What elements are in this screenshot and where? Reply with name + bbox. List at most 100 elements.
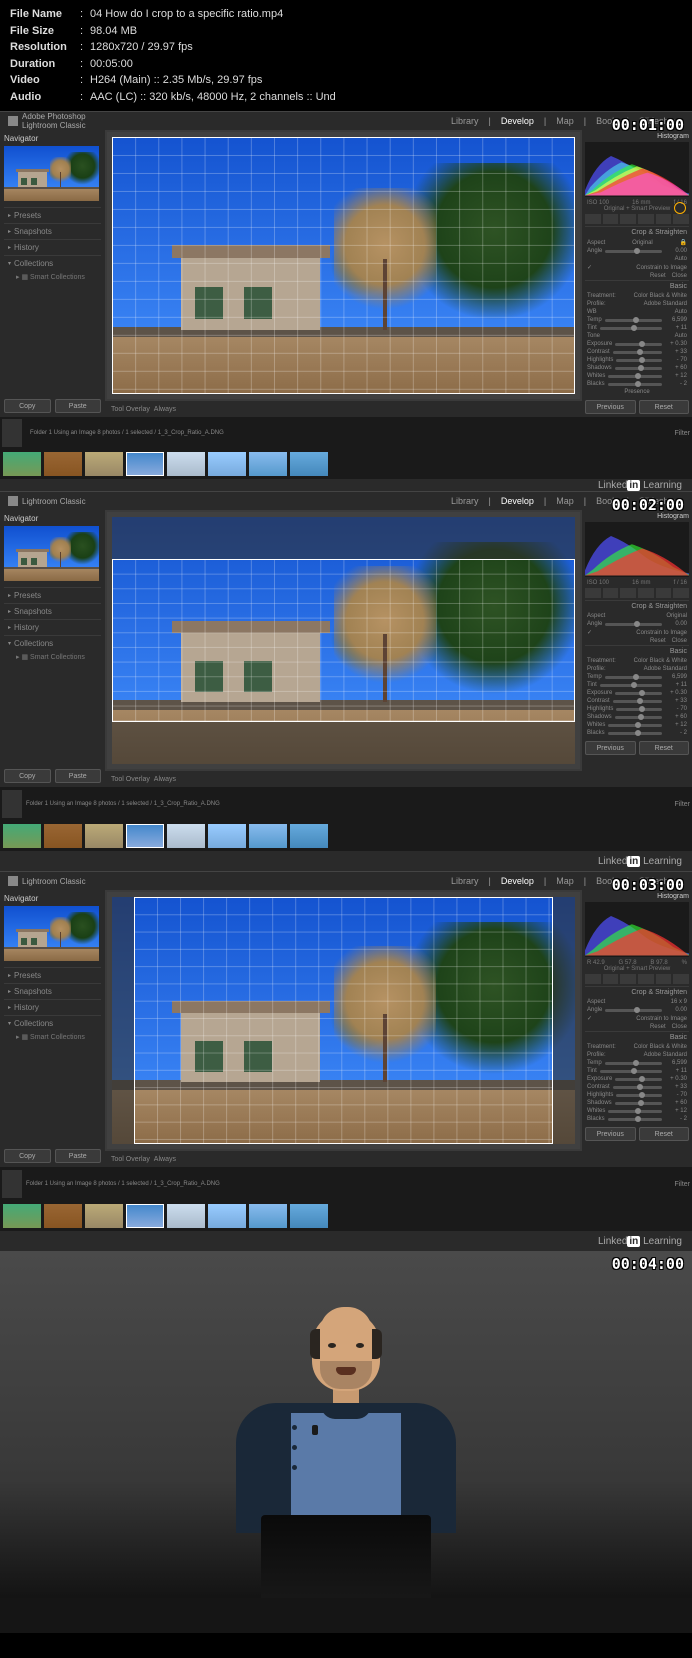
- nav-library[interactable]: Library: [447, 496, 483, 506]
- tool-overlay-mode[interactable]: Always: [154, 406, 176, 413]
- treatment-color[interactable]: Color: [634, 658, 648, 664]
- panel-collections[interactable]: Collections: [4, 1015, 101, 1031]
- histogram-header[interactable]: Histogram: [585, 513, 689, 520]
- treatment-color[interactable]: Color: [634, 1044, 648, 1050]
- treatment-color[interactable]: Color: [634, 293, 648, 299]
- tool-grad-icon[interactable]: [638, 588, 654, 598]
- constrain-checkbox[interactable]: ✓: [587, 1015, 592, 1022]
- filter-label[interactable]: Filter: [674, 430, 690, 437]
- tool-crop-icon[interactable]: [585, 974, 601, 984]
- tool-redeye-icon[interactable]: [620, 974, 636, 984]
- angle-slider[interactable]: [605, 1009, 662, 1012]
- angle-slider[interactable]: [605, 250, 662, 253]
- constrain-checkbox[interactable]: ✓: [587, 264, 592, 271]
- filmstrip-thumb[interactable]: [44, 452, 82, 476]
- filmstrip-thumb[interactable]: [85, 1204, 123, 1228]
- filmstrip-thumb[interactable]: [126, 824, 164, 848]
- filter-label[interactable]: Filter: [674, 1181, 690, 1188]
- tone-auto-button[interactable]: Auto: [675, 333, 687, 339]
- panel-presets[interactable]: Presets: [4, 207, 101, 223]
- tint-slider[interactable]: [600, 327, 662, 330]
- previous-button[interactable]: Previous: [585, 741, 636, 755]
- highlights-slider[interactable]: [616, 708, 662, 711]
- treatment-bw[interactable]: Black & White: [650, 658, 687, 664]
- filmstrip-thumb[interactable]: [208, 1204, 246, 1228]
- close-crop-button[interactable]: Close: [672, 1024, 687, 1030]
- filmstrip-thumb[interactable]: [167, 824, 205, 848]
- temp-slider[interactable]: [605, 319, 662, 322]
- basic-section-header[interactable]: Basic: [585, 280, 689, 292]
- blacks-slider[interactable]: [608, 383, 662, 386]
- profile-dropdown[interactable]: Adobe Standard: [644, 301, 687, 307]
- filmstrip-thumb[interactable]: [249, 452, 287, 476]
- nav-develop[interactable]: Develop: [497, 116, 538, 126]
- filmstrip-thumb[interactable]: [3, 1204, 41, 1228]
- filmstrip-thumb[interactable]: [208, 824, 246, 848]
- navigator-header[interactable]: Navigator: [4, 134, 101, 143]
- tool-brush-icon[interactable]: [673, 588, 689, 598]
- temp-slider[interactable]: [605, 676, 662, 679]
- tool-brush-icon[interactable]: [673, 214, 689, 224]
- aspect-dropdown[interactable]: Original: [632, 240, 653, 246]
- blacks-slider[interactable]: [608, 1118, 662, 1121]
- filmstrip-thumb[interactable]: [290, 452, 328, 476]
- filmstrip-thumb[interactable]: [44, 1204, 82, 1228]
- navigator-thumbnail[interactable]: [4, 906, 99, 961]
- basic-section-header[interactable]: Basic: [585, 645, 689, 657]
- tool-radial-icon[interactable]: [656, 974, 672, 984]
- main-canvas[interactable]: [107, 132, 580, 399]
- panel-history[interactable]: History: [4, 619, 101, 635]
- nav-map[interactable]: Map: [552, 116, 578, 126]
- exposure-slider[interactable]: [615, 343, 662, 346]
- nav-map[interactable]: Map: [552, 876, 578, 886]
- reset-button[interactable]: Reset: [639, 741, 690, 755]
- whites-slider[interactable]: [608, 375, 662, 378]
- aspect-dropdown[interactable]: 16 x 9: [671, 999, 687, 1005]
- contrast-slider[interactable]: [613, 700, 662, 703]
- nav-develop[interactable]: Develop: [497, 876, 538, 886]
- tool-redeye-icon[interactable]: [620, 214, 636, 224]
- navigator-header[interactable]: Navigator: [4, 894, 101, 903]
- nav-library[interactable]: Library: [447, 116, 483, 126]
- profile-dropdown[interactable]: Adobe Standard: [644, 1052, 687, 1058]
- close-crop-button[interactable]: Close: [672, 273, 687, 279]
- smart-collections[interactable]: ▸ ▦ Smart Collections: [4, 271, 101, 283]
- contrast-slider[interactable]: [613, 1086, 662, 1089]
- shadows-slider[interactable]: [615, 1102, 662, 1105]
- previous-button[interactable]: Previous: [585, 1127, 636, 1141]
- filmstrip-thumb[interactable]: [249, 824, 287, 848]
- tool-spot-icon[interactable]: [603, 588, 619, 598]
- previous-button[interactable]: Previous: [585, 400, 636, 414]
- filmstrip-thumb[interactable]: [44, 824, 82, 848]
- tool-crop-icon[interactable]: [585, 214, 601, 224]
- nav-develop[interactable]: Develop: [497, 496, 538, 506]
- tool-radial-icon[interactable]: [656, 588, 672, 598]
- paste-button[interactable]: Paste: [55, 399, 102, 413]
- filmstrip-thumb[interactable]: [249, 1204, 287, 1228]
- histogram-header[interactable]: Histogram: [585, 893, 689, 900]
- shadows-slider[interactable]: [615, 367, 662, 370]
- nav-map[interactable]: Map: [552, 496, 578, 506]
- filmstrip-thumb[interactable]: [85, 824, 123, 848]
- tool-grad-icon[interactable]: [638, 974, 654, 984]
- wb-dropdown[interactable]: Auto: [675, 309, 687, 315]
- tool-radial-icon[interactable]: [656, 214, 672, 224]
- filmstrip-thumb[interactable]: [85, 452, 123, 476]
- panel-presets[interactable]: Presets: [4, 967, 101, 983]
- main-canvas[interactable]: [107, 892, 580, 1149]
- panel-history[interactable]: History: [4, 239, 101, 255]
- filter-label[interactable]: Filter: [674, 801, 690, 808]
- copy-button[interactable]: Copy: [4, 399, 51, 413]
- reset-button[interactable]: Reset: [639, 400, 690, 414]
- panel-history[interactable]: History: [4, 999, 101, 1015]
- exposure-slider[interactable]: [615, 1078, 662, 1081]
- auto-button[interactable]: Auto: [675, 256, 687, 262]
- constrain-checkbox[interactable]: ✓: [587, 629, 592, 636]
- tool-brush-icon[interactable]: [673, 974, 689, 984]
- filmstrip-thumb[interactable]: [167, 1204, 205, 1228]
- histogram[interactable]: [585, 902, 689, 957]
- panel-collections[interactable]: Collections: [4, 255, 101, 271]
- smart-collections[interactable]: ▸ ▦ Smart Collections: [4, 1031, 101, 1043]
- navigator-thumbnail[interactable]: [4, 526, 99, 581]
- tool-crop-icon[interactable]: [585, 588, 601, 598]
